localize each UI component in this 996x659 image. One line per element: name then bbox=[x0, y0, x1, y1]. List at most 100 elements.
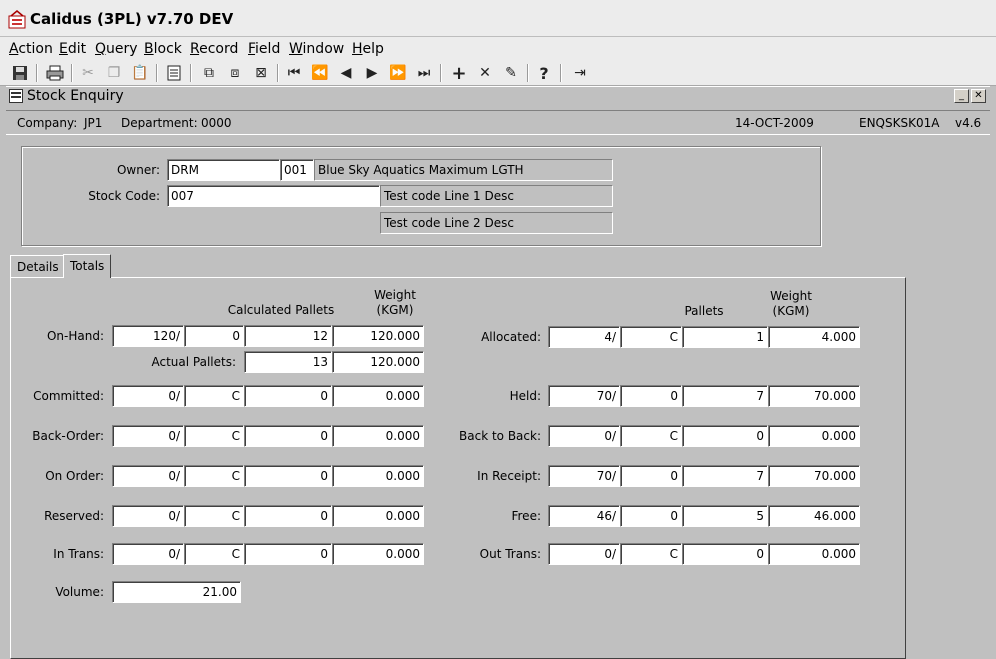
delete-record-icon[interactable]: ✕ bbox=[475, 63, 495, 83]
menu-edit[interactable]: Edit bbox=[59, 41, 86, 57]
on-hand-label: On-Hand: bbox=[46, 329, 104, 343]
toolbar-separator bbox=[71, 64, 73, 82]
query-enter-icon[interactable]: ⧉ bbox=[199, 63, 219, 83]
back-to-back-pallets: 0 bbox=[682, 425, 768, 447]
tab-details[interactable]: Details bbox=[10, 255, 66, 278]
menu-help[interactable]: Help bbox=[352, 41, 384, 57]
menu-window[interactable]: Window bbox=[289, 41, 344, 57]
toolbar-separator bbox=[560, 64, 562, 82]
actual-pallets-label: Actual Pallets: bbox=[151, 355, 236, 369]
toolbar-separator bbox=[527, 64, 529, 82]
form-title: Stock Enquiry bbox=[27, 88, 124, 104]
free-label: Free: bbox=[511, 509, 541, 523]
insert-record-icon[interactable]: + bbox=[449, 63, 469, 84]
held-sub: 0 bbox=[620, 385, 682, 407]
minimize-icon[interactable]: _ bbox=[954, 89, 969, 103]
toolbar-separator bbox=[36, 64, 38, 82]
back-to-back-qty: 0/ bbox=[548, 425, 620, 447]
out-trans-qty: 0/ bbox=[548, 543, 620, 565]
back-order-label: Back-Order: bbox=[32, 429, 104, 443]
committed-qty: 0/ bbox=[112, 385, 184, 407]
company-value: JP1 bbox=[84, 116, 103, 130]
actual-weight-field: 120.000 bbox=[332, 351, 424, 373]
menu-field[interactable]: Field bbox=[248, 41, 280, 57]
in-receipt-label: In Receipt: bbox=[477, 469, 541, 483]
pallets-header: Pallets bbox=[684, 304, 724, 318]
held-pallets: 7 bbox=[682, 385, 768, 407]
free-sub: 0 bbox=[620, 505, 682, 527]
volume-field: 21.00 bbox=[112, 581, 241, 603]
copy-icon[interactable]: ❐ bbox=[104, 63, 124, 83]
on-order-label: On Order: bbox=[45, 469, 104, 483]
reserved-sub: C bbox=[184, 505, 244, 527]
list-icon[interactable] bbox=[164, 63, 184, 83]
actual-pallets-field: 13 bbox=[244, 351, 332, 373]
right-weight-header: Weight (KGM) bbox=[756, 289, 826, 319]
owner-description: Blue Sky Aquatics Maximum LGTH bbox=[314, 159, 613, 181]
committed-label: Committed: bbox=[33, 389, 104, 403]
calculated-pallets-header: Calculated Pallets bbox=[227, 303, 335, 317]
reserved-qty: 0/ bbox=[112, 505, 184, 527]
in-receipt-weight: 70.000 bbox=[768, 465, 860, 487]
left-weight-unit: (KGM) bbox=[376, 303, 414, 317]
owner-code-field[interactable]: DRM bbox=[167, 159, 280, 181]
tab-totals[interactable]: Totals bbox=[63, 254, 112, 278]
allocated-qty: 4/ bbox=[548, 326, 620, 348]
next-record-icon[interactable]: ▶ bbox=[362, 63, 382, 83]
stock-description-1: Test code Line 1 Desc bbox=[380, 185, 613, 207]
exit-icon[interactable]: ⇥ bbox=[570, 63, 590, 83]
toolbar-separator bbox=[277, 64, 279, 82]
allocated-pallets: 1 bbox=[682, 326, 768, 348]
stock-description-2: Test code Line 2 Desc bbox=[380, 212, 613, 234]
save-icon[interactable] bbox=[10, 63, 30, 83]
print-icon[interactable] bbox=[45, 63, 65, 83]
in-trans-label: In Trans: bbox=[53, 547, 104, 561]
company-label: Company: bbox=[17, 116, 78, 130]
menu-record[interactable]: Record bbox=[190, 41, 238, 57]
clear-icon[interactable]: ✎ bbox=[501, 63, 521, 83]
free-weight: 46.000 bbox=[768, 505, 860, 527]
on-order-pallets: 0 bbox=[244, 465, 332, 487]
back-order-weight: 0.000 bbox=[332, 425, 424, 447]
menu-action[interactable]: Action bbox=[9, 41, 53, 57]
reserved-pallets: 0 bbox=[244, 505, 332, 527]
app-icon bbox=[8, 10, 26, 29]
toolbar-separator bbox=[156, 64, 158, 82]
free-qty: 46/ bbox=[548, 505, 620, 527]
reserved-weight: 0.000 bbox=[332, 505, 424, 527]
form-info-bar: Company: JP1 Department: 0000 14-OCT-200… bbox=[6, 110, 990, 135]
committed-weight: 0.000 bbox=[332, 385, 424, 407]
right-weight-header-text: Weight bbox=[770, 289, 812, 303]
menu-query[interactable]: Query bbox=[95, 41, 138, 57]
in-trans-sub: C bbox=[184, 543, 244, 565]
owner-number-field[interactable]: 001 bbox=[280, 159, 314, 181]
stock-code-field[interactable]: 007 bbox=[167, 185, 380, 207]
on-hand-pallets: 12 bbox=[244, 325, 332, 347]
previous-set-icon[interactable]: ⏪ bbox=[310, 63, 330, 83]
left-weight-header: Weight (KGM) bbox=[360, 288, 430, 318]
window-title: Calidus (3PL) v7.70 DEV bbox=[30, 10, 234, 28]
help-icon[interactable]: ? bbox=[534, 63, 554, 83]
back-order-sub: C bbox=[184, 425, 244, 447]
in-receipt-pallets: 7 bbox=[682, 465, 768, 487]
query-cancel-icon[interactable]: ⊠ bbox=[251, 63, 271, 83]
menu-bar: Action Edit Query Block Record Field Win… bbox=[0, 37, 996, 61]
cut-icon[interactable]: ✂ bbox=[78, 63, 98, 83]
query-execute-icon[interactable]: ⧈ bbox=[225, 63, 245, 83]
form-icon bbox=[9, 89, 23, 103]
first-block-icon[interactable]: ⏮ bbox=[284, 63, 304, 83]
previous-record-icon[interactable]: ◀ bbox=[336, 63, 356, 83]
paste-icon[interactable]: 📋 bbox=[130, 63, 150, 83]
menu-block[interactable]: Block bbox=[144, 41, 182, 57]
next-set-icon[interactable]: ⏩ bbox=[388, 63, 408, 83]
left-weight-header-text: Weight bbox=[374, 288, 416, 302]
on-hand-weight: 120.000 bbox=[332, 325, 424, 347]
committed-pallets: 0 bbox=[244, 385, 332, 407]
title-bar: Calidus (3PL) v7.70 DEV bbox=[0, 0, 996, 37]
close-icon[interactable]: ✕ bbox=[971, 89, 986, 103]
back-to-back-sub: C bbox=[620, 425, 682, 447]
form-code: ENQSKSK01A bbox=[859, 116, 940, 130]
last-block-icon[interactable]: ⏭ bbox=[414, 63, 434, 83]
on-hand-sub: 0 bbox=[184, 325, 244, 347]
committed-sub: C bbox=[184, 385, 244, 407]
